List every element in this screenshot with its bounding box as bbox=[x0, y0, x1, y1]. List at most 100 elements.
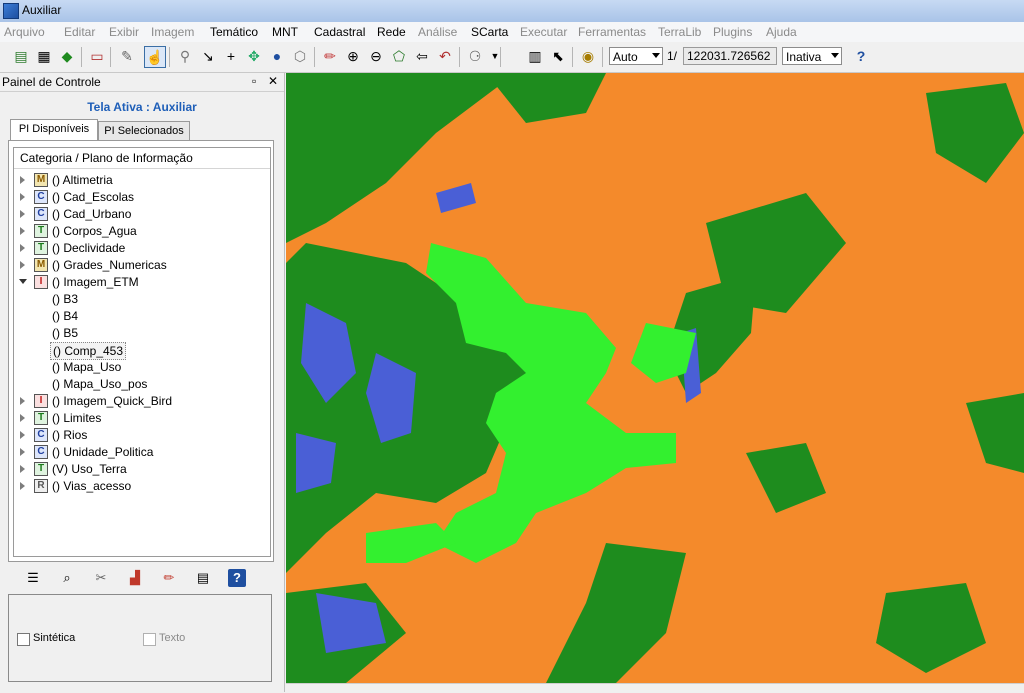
scale-field[interactable]: 122031.726562 bbox=[683, 47, 777, 65]
tree-child-item-selected[interactable]: () Comp_453 bbox=[50, 342, 127, 360]
chevron-down-icon[interactable]: ▼ bbox=[486, 47, 504, 65]
expand-icon[interactable] bbox=[20, 210, 25, 218]
zoom-mode-value: Auto bbox=[613, 50, 638, 64]
undock-icon[interactable]: ▫ bbox=[252, 74, 256, 88]
menu-tematico[interactable]: Temático bbox=[210, 25, 258, 39]
toolbar-separator bbox=[572, 47, 573, 67]
polygon-icon[interactable]: ◆ bbox=[58, 47, 76, 65]
menu-analise[interactable]: Análise bbox=[418, 25, 457, 39]
expand-icon[interactable] bbox=[20, 176, 25, 184]
tree-child-item[interactable]: () B5 bbox=[52, 325, 78, 341]
display-icon[interactable]: ▭ bbox=[88, 47, 106, 65]
menu-mnt[interactable]: MNT bbox=[272, 25, 298, 39]
tree-child-item[interactable]: () Mapa_Uso_pos bbox=[52, 376, 147, 392]
help-icon[interactable]: ? bbox=[852, 47, 870, 65]
info-icon[interactable]: ● bbox=[268, 47, 286, 65]
synthetic-label: Sintética bbox=[33, 632, 76, 644]
query-icon[interactable]: ⚆ bbox=[466, 47, 484, 65]
menu-ferramentas[interactable]: Ferramentas bbox=[578, 25, 646, 39]
category-badge-icon: T bbox=[34, 241, 48, 255]
map-canvas[interactable] bbox=[286, 73, 1024, 683]
select-cursor-icon[interactable]: ⬉ bbox=[549, 47, 567, 65]
tab-pi-selecionados[interactable]: PI Selecionados bbox=[98, 121, 190, 140]
tree-child-item[interactable]: () Mapa_Uso bbox=[52, 359, 121, 375]
expand-icon[interactable] bbox=[20, 465, 25, 473]
zoom-area-icon[interactable]: ⬠ bbox=[390, 47, 408, 65]
measure-icon[interactable]: ⬡ bbox=[291, 47, 309, 65]
window-title: Auxiliar bbox=[22, 3, 62, 17]
menu-imagem[interactable]: Imagem bbox=[151, 25, 194, 39]
tree-node-label: () Altimetria bbox=[52, 173, 113, 187]
category-badge-icon: C bbox=[34, 190, 48, 204]
back-icon[interactable]: ⇦ bbox=[413, 47, 431, 65]
menu-cadastral[interactable]: Cadastral bbox=[314, 25, 365, 39]
expand-icon[interactable] bbox=[20, 193, 25, 201]
menu-exibir[interactable]: Exibir bbox=[109, 25, 139, 39]
tree-header: Categoria / Plano de Informação bbox=[14, 148, 270, 169]
expand-icon[interactable] bbox=[20, 431, 25, 439]
text-label: Texto bbox=[159, 632, 186, 644]
palette-icon[interactable]: ◉ bbox=[579, 47, 597, 65]
menu-ajuda[interactable]: Ajuda bbox=[766, 25, 797, 39]
zoom-mode-select[interactable]: Auto bbox=[609, 47, 663, 65]
tree-child-item[interactable]: () B4 bbox=[52, 308, 78, 324]
category-badge-icon: I bbox=[34, 275, 48, 289]
expand-icon[interactable] bbox=[20, 448, 25, 456]
tab-content: Categoria / Plano de Informação M () Alti… bbox=[8, 140, 274, 562]
menu-plugins[interactable]: Plugins bbox=[713, 25, 752, 39]
tab-pi-disponiveis[interactable]: PI Disponíveis bbox=[10, 119, 98, 141]
edit-icon[interactable]: ✏ bbox=[160, 569, 178, 587]
pencil-icon[interactable]: ✏ bbox=[321, 47, 339, 65]
crosshair-icon[interactable]: + bbox=[222, 47, 240, 65]
expand-icon[interactable] bbox=[20, 414, 25, 422]
expand-icon[interactable] bbox=[20, 482, 25, 490]
pan-arrow-icon[interactable]: ↘ bbox=[199, 47, 217, 65]
zoom-out-icon[interactable]: ⊖ bbox=[367, 47, 385, 65]
tree-node-label: () Declividade bbox=[52, 241, 126, 255]
undo-icon[interactable]: ↶ bbox=[436, 47, 454, 65]
grid-icon[interactable]: ▦ bbox=[35, 47, 53, 65]
help-icon[interactable]: ? bbox=[228, 569, 246, 587]
layer-tree: Categoria / Plano de Informação M () Alti… bbox=[13, 147, 271, 557]
app-icon bbox=[3, 3, 19, 19]
toolbar: ▤ ▦ ◆ ▭ ✎ ☝ ⚲ ↘ + ✥ ● ⬡ ✏ ⊕ ⊖ ⬠ ⇦ ↶ ⚆ ▼ … bbox=[0, 42, 1024, 73]
menu-arquivo[interactable]: Arquivo bbox=[4, 25, 45, 39]
synthetic-checkbox[interactable] bbox=[17, 633, 30, 646]
pointer-icon[interactable]: ✎ bbox=[118, 47, 136, 65]
close-icon[interactable]: ✕ bbox=[268, 74, 278, 88]
menu-scarta[interactable]: SCarta bbox=[471, 25, 508, 39]
collapse-icon[interactable] bbox=[19, 279, 27, 284]
legend-icon[interactable]: ▥ bbox=[526, 47, 544, 65]
move-icon[interactable]: ✥ bbox=[245, 47, 263, 65]
layers-icon[interactable]: ▤ bbox=[12, 47, 30, 65]
toolbar-separator bbox=[169, 47, 170, 67]
toolbar-separator bbox=[459, 47, 460, 67]
table-icon[interactable]: ▤ bbox=[194, 569, 212, 587]
category-badge-icon: R bbox=[34, 479, 48, 493]
chart-icon[interactable]: ▟ bbox=[126, 569, 144, 587]
category-badge-icon: T bbox=[34, 224, 48, 238]
expand-icon[interactable] bbox=[20, 227, 25, 235]
menu-terralib[interactable]: TerraLib bbox=[658, 25, 701, 39]
zoom-in-icon[interactable]: ⊕ bbox=[344, 47, 362, 65]
text-checkbox[interactable] bbox=[143, 633, 156, 646]
menu-executar[interactable]: Executar bbox=[520, 25, 567, 39]
search-icon[interactable]: ⌕ bbox=[58, 569, 76, 587]
expand-icon[interactable] bbox=[20, 244, 25, 252]
toolbar-separator bbox=[500, 47, 501, 67]
expand-icon[interactable] bbox=[20, 397, 25, 405]
menu-editar[interactable]: Editar bbox=[64, 25, 95, 39]
tools-icon[interactable]: ✂ bbox=[92, 569, 110, 587]
zoom-icon[interactable]: ⚲ bbox=[176, 47, 194, 65]
status-select[interactable]: Inativa bbox=[782, 47, 842, 65]
menu-bar: Arquivo Editar Exibir Imagem Temático MN… bbox=[0, 22, 1024, 43]
panel-title: Painel de Controle bbox=[2, 75, 101, 89]
list-icon[interactable]: ☰ bbox=[24, 569, 42, 587]
menu-rede[interactable]: Rede bbox=[377, 25, 406, 39]
expand-icon[interactable] bbox=[20, 261, 25, 269]
tree-node-label: () Rios bbox=[52, 428, 88, 442]
info-cursor-icon[interactable]: ☝ bbox=[144, 46, 166, 68]
category-badge-icon: I bbox=[34, 394, 48, 408]
tree-child-item[interactable]: () B3 bbox=[52, 291, 78, 307]
category-badge-icon: T bbox=[34, 462, 48, 476]
